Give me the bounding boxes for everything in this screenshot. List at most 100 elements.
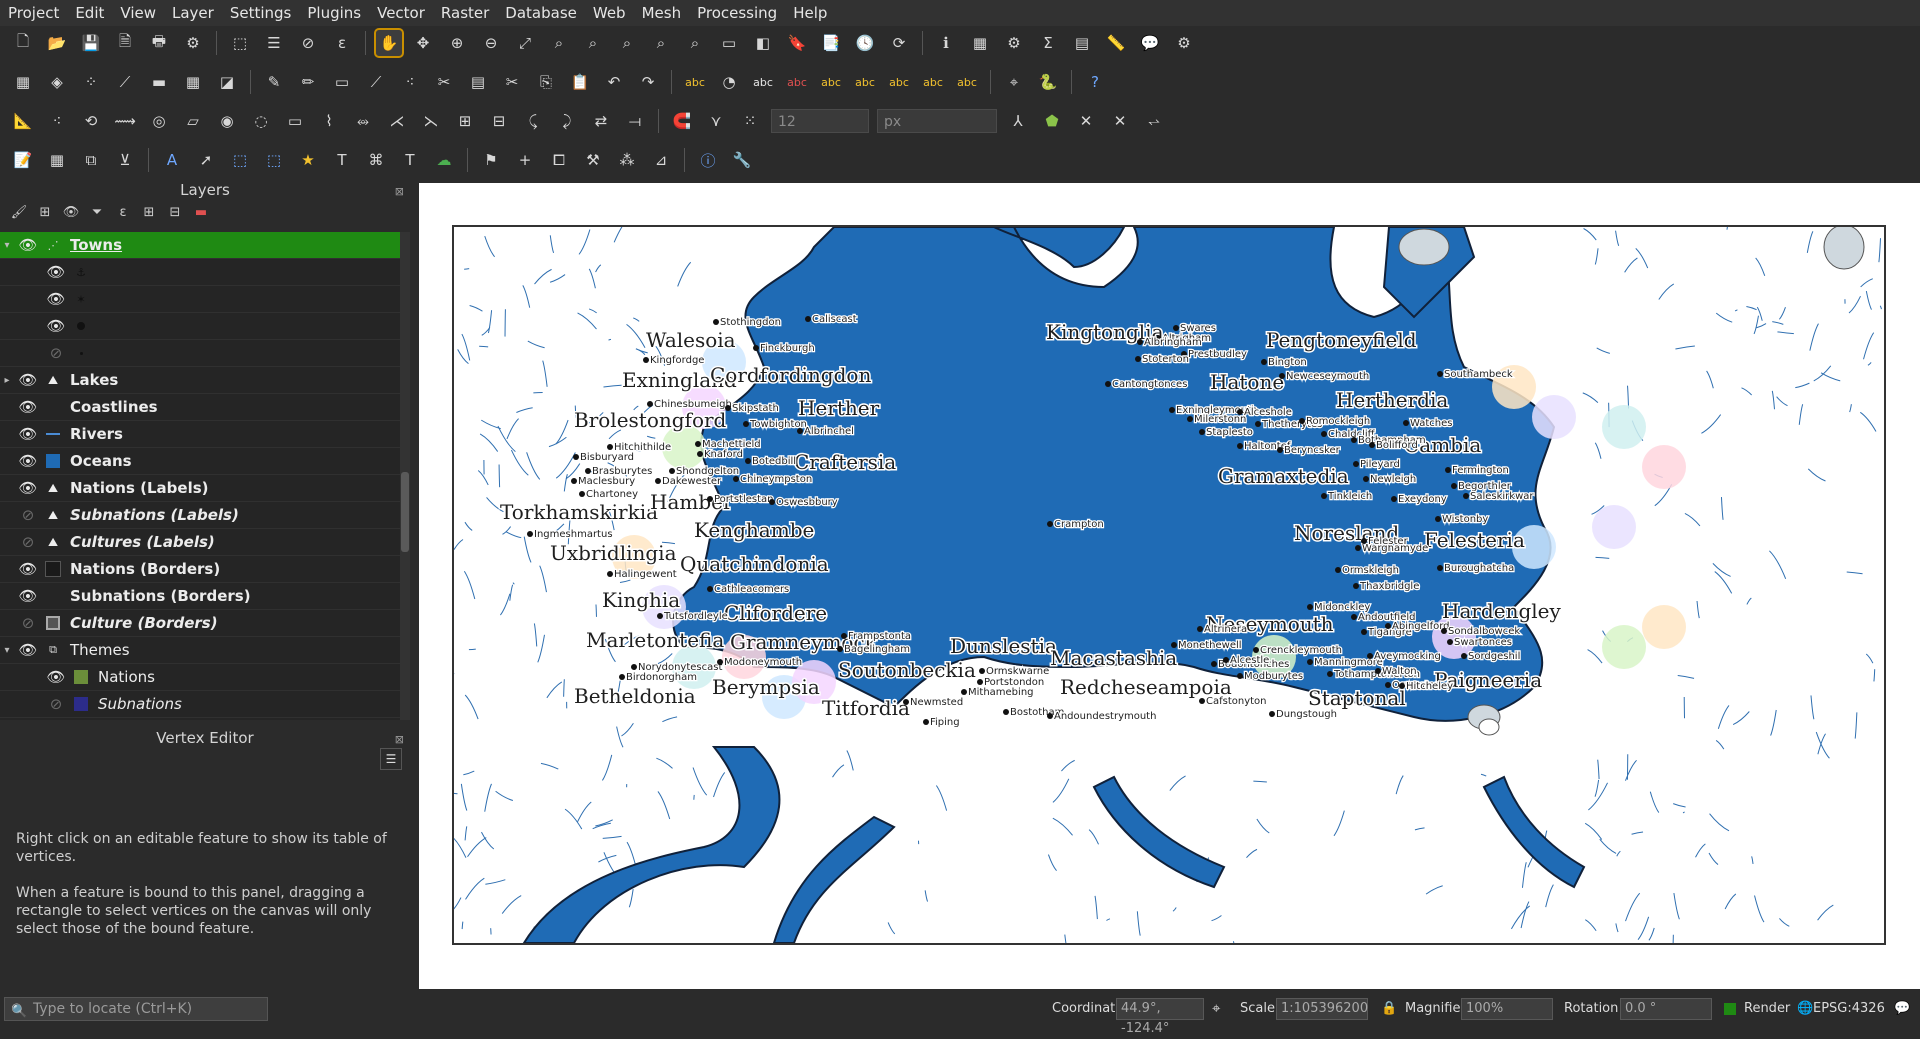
select-area-icon[interactable]: ⬚: [227, 147, 253, 173]
menu-web[interactable]: Web: [585, 0, 634, 26]
layer-row[interactable]: ▾👁⋰Towns: [0, 232, 400, 259]
layer-row[interactable]: 👁⛰Nations (Labels): [0, 475, 400, 502]
menu-view[interactable]: View: [112, 0, 164, 26]
topological-editing-icon[interactable]: ⅄: [1005, 108, 1031, 134]
save-project-icon[interactable]: 💾: [78, 30, 104, 56]
paste-features-icon[interactable]: 📋: [567, 69, 593, 95]
zoom-next-icon[interactable]: ⌕: [682, 30, 708, 56]
zoom-last-icon[interactable]: ⌕: [648, 30, 674, 56]
layer-row[interactable]: 👁: [0, 313, 400, 340]
expand-all-icon[interactable]: ⊞: [140, 204, 158, 222]
advanced-digitizing-icon[interactable]: 📐: [10, 108, 36, 134]
panel-close-icon[interactable]: ⊠: [395, 182, 404, 202]
plugin-points-icon[interactable]: ⁂: [614, 147, 640, 173]
visibility-eye-icon[interactable]: ⊘: [18, 614, 38, 632]
show-bookmarks-icon[interactable]: 📑: [818, 30, 844, 56]
globe-icon[interactable]: 🌐: [1797, 1001, 1813, 1016]
visibility-eye-icon[interactable]: ⊘: [18, 506, 38, 524]
add-part-icon[interactable]: ▱: [180, 108, 206, 134]
delete-part-icon[interactable]: ▭: [282, 108, 308, 134]
visibility-eye-icon[interactable]: 👁: [46, 668, 66, 686]
menu-vector[interactable]: Vector: [369, 0, 433, 26]
statistical-summary-icon[interactable]: Σ: [1035, 30, 1061, 56]
merge-attributes-icon[interactable]: ⊟: [486, 108, 512, 134]
add-polygon-layer-icon[interactable]: ▬: [146, 69, 172, 95]
snapping-type-icon[interactable]: ⁙: [737, 108, 763, 134]
zoom-out-icon[interactable]: ⊖: [478, 30, 504, 56]
messages-icon[interactable]: 💬: [1894, 1001, 1910, 1016]
processing-toolbox-icon[interactable]: ⚙: [1001, 30, 1027, 56]
move-label-icon[interactable]: abc: [818, 69, 844, 95]
scale-field[interactable]: 1:105396200: [1276, 998, 1368, 1020]
text-box-icon[interactable]: T: [397, 147, 423, 173]
visibility-eye-icon[interactable]: 👁: [18, 398, 38, 416]
measure-line-icon[interactable]: 📏: [1103, 30, 1129, 56]
attribute-table-icon[interactable]: ☰: [261, 30, 287, 56]
layer-row[interactable]: ▾👁⧉Themes: [0, 637, 400, 664]
manage-visibility-icon[interactable]: 👁: [62, 204, 80, 222]
offset-curve-icon[interactable]: ⥈: [350, 108, 376, 134]
layer-row[interactable]: 👁Subnations (Borders): [0, 583, 400, 610]
new-3d-view-icon[interactable]: ◧: [750, 30, 776, 56]
digitize-line-icon[interactable]: ⟋: [363, 69, 389, 95]
identify-features-icon[interactable]: ℹ: [933, 30, 959, 56]
zoom-full-icon[interactable]: ⤢: [512, 30, 538, 56]
snapping-intersection-icon[interactable]: ⬟: [1039, 108, 1065, 134]
layer-diagram-icon[interactable]: ◔: [716, 69, 742, 95]
magnifier-field[interactable]: 100%: [1461, 998, 1553, 1020]
crs-label[interactable]: EPSG:4326: [1813, 1001, 1885, 1016]
remove-layer-icon[interactable]: ▬: [192, 204, 210, 222]
data-source-manager-icon[interactable]: ▦: [10, 69, 36, 95]
visibility-eye-icon[interactable]: 👁: [46, 290, 66, 308]
collapse-all-icon[interactable]: ⊟: [166, 204, 184, 222]
star-marker-icon[interactable]: ★: [295, 147, 321, 173]
plugin-flag-icon[interactable]: ⚑: [478, 147, 504, 173]
expand-arrow-icon[interactable]: ▾: [0, 645, 14, 656]
rotate-point-symbols-icon[interactable]: ⤹: [520, 108, 546, 134]
panel-menu-icon[interactable]: ☰: [380, 748, 402, 770]
add-group-icon[interactable]: ⊞: [36, 204, 54, 222]
locator-search-input[interactable]: 🔍 Type to locate (Ctrl+K): [4, 997, 268, 1021]
edit-pencil-icon[interactable]: ✏: [295, 69, 321, 95]
menu-edit[interactable]: Edit: [67, 0, 112, 26]
expand-arrow-icon[interactable]: ▾: [0, 240, 14, 251]
save-edits-icon[interactable]: ▭: [329, 69, 355, 95]
toggle-editing-icon[interactable]: ✎: [261, 69, 287, 95]
layer-labeling-icon[interactable]: abc: [682, 69, 708, 95]
tracing-icon[interactable]: ✕: [1107, 108, 1133, 134]
scrollbar-thumb[interactable]: [401, 472, 409, 552]
collapse-arrow-icon[interactable]: ▸: [0, 375, 14, 386]
layer-row[interactable]: 👁Coastlines: [0, 394, 400, 421]
reverse-line-icon[interactable]: ⇄: [588, 108, 614, 134]
layer-row[interactable]: 👁Rivers: [0, 421, 400, 448]
rotation-field[interactable]: 0.0 °: [1620, 998, 1712, 1020]
layer-row[interactable]: 👁Oceans: [0, 448, 400, 475]
lock-scale-icon[interactable]: 🔒: [1381, 1001, 1397, 1016]
layer-row[interactable]: ⊘: [0, 340, 400, 367]
pan-map-icon[interactable]: ✋: [376, 30, 402, 56]
layer-row[interactable]: ⊘Subnations: [0, 691, 400, 718]
style-layers-icon[interactable]: 🖌: [10, 204, 28, 222]
open-attribute-table-icon[interactable]: ▤: [1069, 30, 1095, 56]
menu-mesh[interactable]: Mesh: [634, 0, 690, 26]
map-tips-icon[interactable]: 💬: [1137, 30, 1163, 56]
layer-row[interactable]: 👁Nations (Borders): [0, 556, 400, 583]
menu-help[interactable]: Help: [785, 0, 835, 26]
panel-close-icon[interactable]: ⊠: [395, 730, 404, 750]
layer-row[interactable]: 👁⚓: [0, 259, 400, 286]
visibility-eye-icon[interactable]: 👁: [18, 236, 38, 254]
layer-row[interactable]: ⊘⛰Cultures (Labels): [0, 529, 400, 556]
enable-tracing-icon[interactable]: ⥋: [1141, 108, 1167, 134]
label-properties-icon[interactable]: abc: [954, 69, 980, 95]
zoom-in-icon[interactable]: ⊕: [444, 30, 470, 56]
menu-layer[interactable]: Layer: [164, 0, 222, 26]
select-cursor-icon[interactable]: ➚: [193, 147, 219, 173]
cut-features-icon[interactable]: ✂: [499, 69, 525, 95]
show-hide-labels-icon[interactable]: abc: [920, 69, 946, 95]
annotation-icon[interactable]: 📝: [10, 147, 36, 173]
plugin-box-icon[interactable]: ⧠: [546, 147, 572, 173]
measure-area-icon[interactable]: ⧉: [78, 147, 104, 173]
save-as-icon[interactable]: 🗎: [112, 30, 138, 56]
delete-selected-icon[interactable]: ▤: [465, 69, 491, 95]
python-console-icon[interactable]: 🐍: [1035, 69, 1061, 95]
